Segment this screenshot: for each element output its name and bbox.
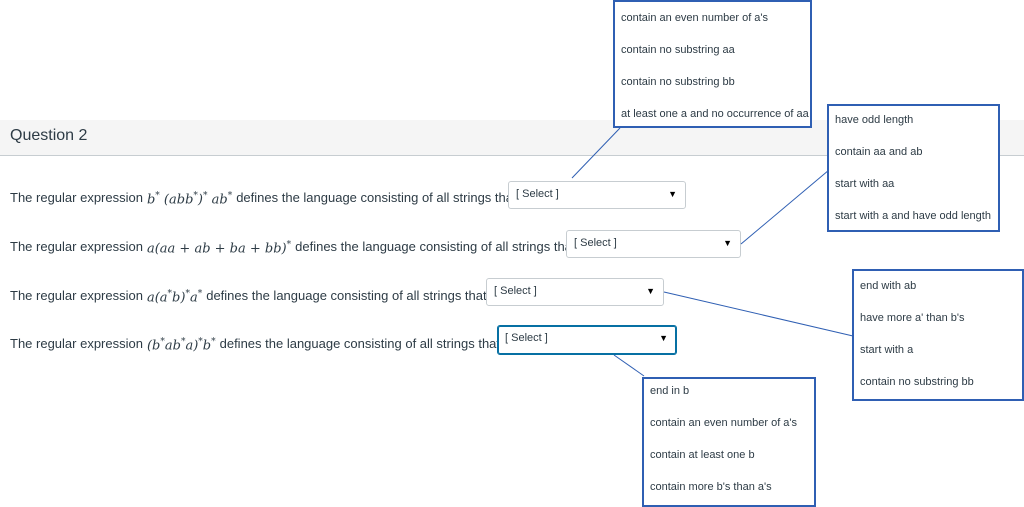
options-list-3: end with ab have more a' than b's start … [852,269,1024,401]
option-item[interactable]: end with ab [860,280,916,292]
option-item[interactable]: contain an even number of a's [621,12,768,24]
connector-line-2 [740,169,830,245]
option-item[interactable]: contain no substring aa [621,44,735,56]
option-item[interactable]: end in b [650,385,689,397]
connector-lines [571,127,854,377]
option-item[interactable]: contain an even number of a's [650,417,797,429]
option-item[interactable]: at least one a and no occurrence of aa [621,108,809,120]
option-item[interactable]: contain no substring bb [621,76,735,88]
option-item[interactable]: start with a [860,344,913,356]
option-item[interactable]: start with a and have odd length [835,210,991,222]
connector-line-4 [613,354,645,377]
options-list-2: have odd length contain aa and ab start … [827,104,1000,232]
option-item[interactable]: contain at least one b [650,449,755,461]
option-item[interactable]: contain aa and ab [835,146,922,158]
option-item[interactable]: have odd length [835,114,913,126]
option-item[interactable]: start with aa [835,178,894,190]
options-list-1: contain an even number of a's contain no… [613,0,812,128]
option-item[interactable]: have more a' than b's [860,312,964,324]
connector-line-1 [571,127,621,179]
connector-line-3 [663,291,854,337]
options-list-4: end in b contain an even number of a's c… [642,377,816,507]
option-item[interactable]: contain no substring bb [860,376,974,388]
option-item[interactable]: contain more b's than a's [650,481,772,493]
